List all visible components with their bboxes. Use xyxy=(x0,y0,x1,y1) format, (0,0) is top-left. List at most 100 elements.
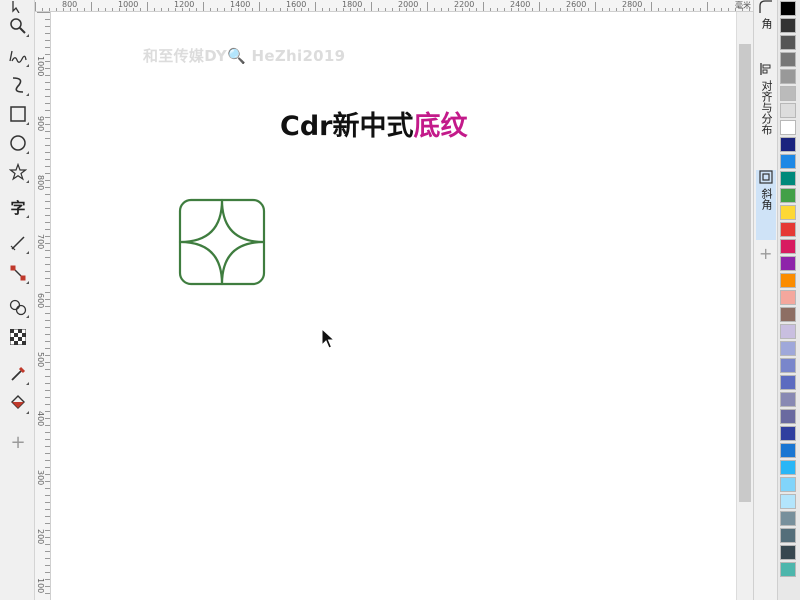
docker-tab-corner[interactable]: 角 xyxy=(756,0,776,44)
color-swatch[interactable] xyxy=(780,324,796,339)
color-swatch[interactable] xyxy=(780,52,796,67)
color-swatch[interactable] xyxy=(780,205,796,220)
color-palette xyxy=(777,0,800,600)
transparency-tool[interactable] xyxy=(6,325,30,349)
ruler-label: 1200 xyxy=(174,0,195,9)
bevel-icon xyxy=(759,170,773,184)
zoom-tool[interactable] xyxy=(6,14,30,38)
ruler-label: 1800 xyxy=(342,0,363,9)
color-swatch[interactable] xyxy=(780,222,796,237)
ruler-label: 1000 xyxy=(36,56,45,77)
color-swatch[interactable] xyxy=(780,358,796,373)
color-swatch[interactable] xyxy=(780,409,796,424)
ruler-label: 300 xyxy=(36,470,45,486)
color-swatch[interactable] xyxy=(780,18,796,33)
ruler-label: 800 xyxy=(36,175,45,191)
color-swatch[interactable] xyxy=(780,511,796,526)
add-tool-button[interactable]: + xyxy=(6,430,30,454)
color-swatch[interactable] xyxy=(780,239,796,254)
eyedropper-icon xyxy=(11,366,26,381)
color-swatch[interactable] xyxy=(780,307,796,322)
ruler-label: 400 xyxy=(36,411,45,427)
color-swatch[interactable] xyxy=(780,443,796,458)
color-swatch[interactable] xyxy=(780,171,796,186)
curve-icon xyxy=(12,77,24,93)
vertical-scrollbar[interactable] xyxy=(736,12,753,600)
ruler-label: 1000 xyxy=(118,0,139,9)
docker-tab-align-distribute[interactable]: 对齐与分布 xyxy=(756,62,776,154)
polygon-tool[interactable] xyxy=(6,160,30,184)
color-swatch[interactable] xyxy=(780,460,796,475)
color-swatch[interactable] xyxy=(780,528,796,543)
interactive-fill-tool[interactable] xyxy=(6,391,30,415)
plus-icon: + xyxy=(10,431,26,453)
pick-tool[interactable] xyxy=(6,0,30,14)
horizontal-ruler[interactable]: 800 1000 1200 1400 1600 1800 2000 2200 2… xyxy=(35,0,753,12)
color-swatch[interactable] xyxy=(780,477,796,492)
ruler-label: 2600 xyxy=(566,0,587,9)
ruler-label: 2800 xyxy=(622,0,643,9)
corner-icon xyxy=(759,0,772,13)
ruler-label: 2400 xyxy=(510,0,531,9)
rectangle-tool[interactable] xyxy=(6,102,30,126)
vertical-ruler[interactable]: 1000 900 800 700 600 500 400 300 200 100 xyxy=(35,12,51,600)
ruler-label: 200 xyxy=(36,529,45,545)
color-swatch[interactable] xyxy=(780,137,796,152)
color-swatch[interactable] xyxy=(780,86,796,101)
color-swatch[interactable] xyxy=(780,375,796,390)
docker-add-button[interactable]: + xyxy=(759,244,772,263)
toolbox: 字 + xyxy=(0,0,35,600)
ruler-label: 1400 xyxy=(230,0,251,9)
title-prefix: Cdr新中式 xyxy=(280,111,414,142)
ruler-label: 800 xyxy=(62,0,78,9)
dimension-line-icon xyxy=(10,236,25,251)
color-swatch[interactable] xyxy=(780,69,796,84)
page-title[interactable]: Cdr新中式底纹 xyxy=(280,104,467,143)
blend-icon xyxy=(9,299,27,316)
color-swatch[interactable] xyxy=(780,562,796,577)
magnifier-icon xyxy=(10,18,26,34)
color-swatch[interactable] xyxy=(780,273,796,288)
color-swatch[interactable] xyxy=(780,35,796,50)
ruler-label: 2000 xyxy=(398,0,419,9)
color-swatch[interactable] xyxy=(780,154,796,169)
docker-tab-label: 对齐与分布 xyxy=(760,80,773,135)
lattice-motif-shape[interactable] xyxy=(178,198,266,286)
title-accent: 底纹 xyxy=(413,111,468,142)
docker-tab-label: 斜角 xyxy=(760,188,773,210)
mouse-cursor-icon xyxy=(321,328,335,349)
star-icon xyxy=(9,163,27,181)
blend-tool[interactable] xyxy=(6,295,30,319)
text-tool[interactable]: 字 xyxy=(6,195,30,219)
ruler-label: 600 xyxy=(36,293,45,309)
color-swatch[interactable] xyxy=(780,341,796,356)
docker-tab-bevel[interactable]: 斜角 xyxy=(756,170,776,240)
docker-tab-strip: 角 对齐与分布 斜角 + xyxy=(753,0,777,600)
color-swatch[interactable] xyxy=(780,545,796,560)
watermark: 和至传媒DY🔍 HeZhi2019 xyxy=(143,47,346,65)
color-swatch[interactable] xyxy=(780,103,796,118)
text-icon: 字 xyxy=(10,198,26,217)
dimension-tool[interactable] xyxy=(6,231,30,255)
freehand-tool[interactable] xyxy=(6,44,30,68)
drawing-canvas[interactable]: 和至传媒DY🔍 HeZhi2019 Cdr新中式底纹 xyxy=(51,12,736,600)
eyedropper-tool[interactable] xyxy=(6,362,30,386)
color-swatch[interactable] xyxy=(780,188,796,203)
color-swatch[interactable] xyxy=(780,494,796,509)
color-swatch[interactable] xyxy=(780,426,796,441)
ellipse-tool[interactable] xyxy=(6,131,30,155)
ruler-label: 2200 xyxy=(454,0,475,9)
scrollbar-thumb[interactable] xyxy=(739,44,751,502)
ruler-label: 900 xyxy=(36,116,45,132)
connector-tool[interactable] xyxy=(6,261,30,285)
color-swatch[interactable] xyxy=(780,392,796,407)
color-swatch[interactable] xyxy=(780,120,796,135)
freehand-icon xyxy=(9,50,27,63)
color-swatch[interactable] xyxy=(780,290,796,305)
color-swatch[interactable] xyxy=(780,256,796,271)
checkerboard-icon xyxy=(10,329,26,345)
smart-drawing-tool[interactable] xyxy=(6,73,30,97)
rectangle-icon xyxy=(10,106,26,122)
ruler-ticks xyxy=(35,2,750,11)
color-swatch[interactable] xyxy=(780,1,796,16)
